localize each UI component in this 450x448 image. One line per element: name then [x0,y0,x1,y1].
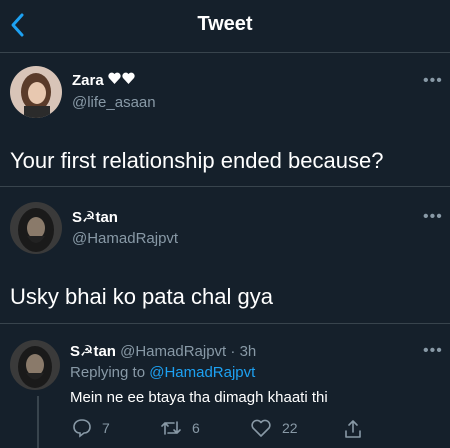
replying-label: Replying to [70,364,146,381]
like-count: 22 [282,420,298,436]
retweet-icon [161,421,181,435]
retweet-button[interactable]: 6 [160,418,200,438]
more-icon[interactable]: ••• [423,342,443,360]
author-name[interactable]: Zara [72,72,136,89]
author-handle[interactable]: @HamadRajpvt [120,343,226,360]
author-handle[interactable]: @life_asaan [72,94,156,111]
like-icon [251,419,271,437]
share-button[interactable] [343,418,373,440]
timestamp[interactable]: · 3h [230,343,256,360]
replying-handle-link[interactable]: @HamadRajpvt [149,364,255,381]
tweet-text: Mein ne ee btaya tha dimagh khaati thi [70,389,328,406]
reply-icon [73,419,91,438]
more-icon[interactable]: ••• [423,208,443,226]
avatar[interactable] [10,340,60,390]
thread-line [37,396,39,448]
author-name[interactable]: S☭tan [72,208,118,226]
share-icon [345,420,361,438]
divider [0,323,450,324]
page-title: Tweet [197,13,253,35]
replying-to: Replying to @HamadRajpvt [70,364,255,381]
reply-button[interactable]: 7 [72,418,110,438]
divider [0,186,450,187]
like-button[interactable]: 22 [250,418,298,438]
retweet-count: 6 [192,420,200,436]
more-icon[interactable]: ••• [423,72,443,90]
heart-icon [108,72,136,89]
avatar[interactable] [10,202,62,254]
author-name[interactable]: S☭tan [70,343,116,360]
author-name-text: Zara [72,72,104,89]
reply-header: S☭tan @HamadRajpvt · 3h [70,342,256,360]
reply-count: 7 [102,420,110,436]
author-handle[interactable]: @HamadRajpvt [72,230,178,247]
avatar[interactable] [10,66,62,118]
top-bar: Tweet [0,0,450,53]
tweet-text: Your first relationship ended because? [10,148,384,173]
tweet-text: Usky bhai ko pata chal gya [10,284,273,309]
